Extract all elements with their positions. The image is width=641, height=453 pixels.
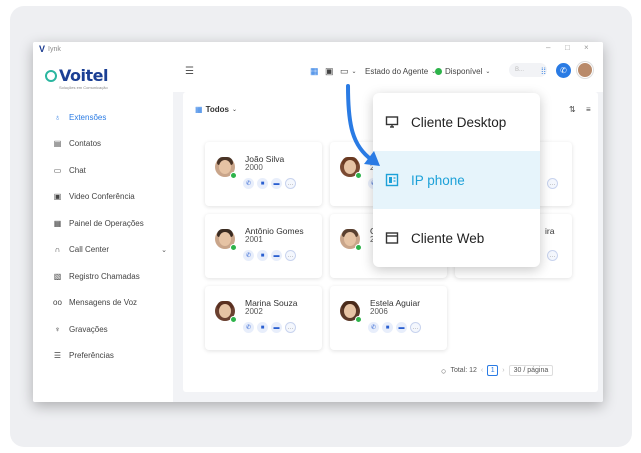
online-status-icon: [230, 244, 237, 251]
avatar: [340, 301, 362, 323]
web-client-icon: [385, 231, 399, 245]
sidebar-item-extensoes[interactable]: ♁ Extensões: [33, 104, 173, 131]
brand-logo: Voitel Soluções em Comunicação: [45, 66, 108, 90]
page-size-select[interactable]: 30 / página: [508, 365, 554, 376]
close-button[interactable]: ×: [584, 43, 589, 52]
avatar: [340, 229, 362, 251]
chevron-down-icon: ⌄: [161, 246, 167, 254]
chevron-down-icon: ⌄: [231, 107, 237, 113]
video-icon[interactable]: ■: [257, 178, 268, 189]
list-view-icon[interactable]: ≡: [586, 105, 591, 114]
more-icon[interactable]: …: [547, 250, 558, 261]
more-icon[interactable]: …: [547, 178, 558, 189]
mode-switch-icon[interactable]: ▣: [325, 66, 334, 77]
ip-phone-icon: [385, 173, 399, 187]
menu-item-cliente-web[interactable]: Cliente Web: [373, 209, 540, 267]
chevron-down-icon: ⌄: [485, 69, 491, 75]
client-mode-menu: Cliente Desktop IP phone Cliente Web: [373, 93, 540, 267]
phone-call-button[interactable]: ✆: [556, 63, 571, 78]
pagination: ○ Total: 12 ‹ 1 › 30 / página: [441, 365, 554, 376]
availability-dropdown[interactable]: Disponível ⌄: [435, 67, 490, 76]
sidebar-item-mensagens[interactable]: oo Mensagens de Voz: [33, 290, 173, 317]
phone-icon[interactable]: ✆: [243, 250, 254, 261]
chat-icon[interactable]: ▬: [271, 178, 282, 189]
minimize-button[interactable]: –: [546, 43, 550, 52]
filter-dropdown[interactable]: ▦ Todos ⌄: [195, 105, 237, 114]
grid-icon: ▦: [195, 105, 203, 114]
user-avatar[interactable]: [577, 62, 593, 78]
phone-icon[interactable]: ✆: [243, 322, 254, 333]
sidebar-item-contatos[interactable]: ▤ Contatos: [33, 131, 173, 158]
app-logo-icon: V: [39, 44, 46, 54]
more-icon[interactable]: …: [285, 250, 296, 261]
headset-icon: ∩: [54, 245, 61, 255]
monitor-icon: ▭: [340, 66, 349, 76]
chat-icon: ▭: [53, 165, 62, 175]
video-icon[interactable]: ■: [382, 322, 393, 333]
sidebar-item-gravacoes[interactable]: ♆ Gravações: [33, 316, 173, 343]
sort-icon[interactable]: ⇅: [569, 105, 576, 114]
voicemail-icon: oo: [53, 298, 62, 308]
sidebar-item-chat[interactable]: ▭ Chat: [33, 157, 173, 184]
chat-icon[interactable]: ▬: [271, 322, 282, 333]
grid-view-icon[interactable]: ▦: [310, 66, 319, 77]
contact-card[interactable]: Marina Souza 2002 ✆ ■ ▬…: [205, 286, 322, 350]
chevron-down-icon: ⌄: [351, 69, 357, 75]
menu-item-cliente-desktop[interactable]: Cliente Desktop: [373, 93, 540, 151]
window-title: Iynk: [48, 45, 61, 53]
online-status-icon: [355, 244, 362, 251]
sidebar-item-registro[interactable]: ▧ Registro Chamadas: [33, 263, 173, 290]
pointer-arrow: [346, 84, 380, 166]
extensions-icon: ♁: [54, 112, 61, 122]
more-icon[interactable]: …: [285, 178, 296, 189]
contact-card[interactable]: Estela Aguiar 2006 ✆ ■ ▬…: [330, 286, 447, 350]
more-icon[interactable]: …: [410, 322, 421, 333]
sidebar-item-painel[interactable]: ▦ Painel de Operações: [33, 210, 173, 237]
page-number[interactable]: 1: [487, 365, 499, 376]
maximize-button[interactable]: □: [565, 43, 570, 52]
chat-icon[interactable]: ▬: [396, 322, 407, 333]
sidebar-item-video[interactable]: ▣ Video Conferência: [33, 184, 173, 211]
online-status-icon: [230, 316, 237, 323]
sidebar-item-preferencias[interactable]: ☰ Preferências: [33, 343, 173, 370]
sidebar-nav: ♁ Extensões ▤ Contatos ▭ Chat ▣ Video Confer…: [33, 104, 173, 369]
total-count: Total: 12: [450, 367, 477, 374]
collapse-menu-icon[interactable]: ☰: [185, 66, 194, 77]
avatar: [215, 157, 237, 179]
prev-page-icon[interactable]: ‹: [481, 367, 483, 374]
avatar: [215, 229, 237, 251]
agent-state-dropdown[interactable]: Estado do Agente ⌄: [365, 67, 436, 76]
phone-icon[interactable]: ✆: [243, 178, 254, 189]
contacts-icon: ▤: [53, 139, 62, 149]
status-dot: [435, 68, 442, 75]
call-log-icon: ▧: [53, 271, 62, 281]
more-icon[interactable]: …: [285, 322, 296, 333]
avatar: [215, 301, 237, 323]
online-status-icon: [355, 316, 362, 323]
sidebar: Voitel Soluções em Comunicação ♁ Extensõe…: [33, 56, 173, 402]
preferences-icon: ☰: [53, 351, 62, 361]
brand-mark-icon: [45, 69, 57, 82]
microphone-icon: ♆: [54, 324, 61, 334]
video-icon[interactable]: ■: [257, 250, 268, 261]
dialpad-icon[interactable]: ⁞⁞: [541, 66, 546, 76]
title-bar: V Iynk – □ ×: [33, 42, 603, 56]
video-icon[interactable]: ■: [257, 322, 268, 333]
contact-card[interactable]: Antônio Gomes 2001 ✆ ■ ▬…: [205, 214, 322, 278]
operations-panel-icon: ▦: [53, 218, 62, 228]
contact-card[interactable]: João Silva 2000 ✆ ■ ▬…: [205, 142, 322, 206]
video-conference-icon: ▣: [53, 192, 62, 202]
online-status-icon: [230, 172, 237, 179]
client-device-button[interactable]: ▭ ⌄: [340, 66, 357, 77]
refresh-icon[interactable]: ○: [441, 366, 446, 376]
sidebar-item-call-center[interactable]: ∩ Call Center ⌄: [33, 237, 173, 264]
chat-icon[interactable]: ▬: [271, 250, 282, 261]
menu-item-ip-phone[interactable]: IP phone: [373, 151, 540, 209]
phone-icon[interactable]: ✆: [368, 322, 379, 333]
next-page-icon[interactable]: ›: [502, 367, 504, 374]
